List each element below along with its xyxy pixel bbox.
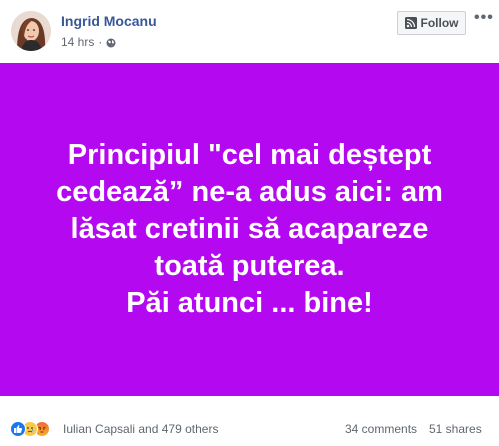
reactors-summary[interactable]: Iulian Capsali and 479 others [63,422,218,436]
follow-button-label: Follow [420,16,459,30]
rss-follow-icon [404,17,417,29]
author-name[interactable]: Ingrid Mocanu [61,13,157,29]
more-options-icon[interactable]: ••• [474,10,494,28]
meta-separator: · [98,35,103,49]
globe-icon[interactable] [106,37,116,48]
shares-count[interactable]: 51 shares [429,422,482,436]
like-icon [10,421,26,437]
author-avatar[interactable] [11,11,51,51]
follow-button[interactable]: Follow [397,11,466,35]
reaction-icons[interactable] [10,421,50,437]
post-timestamp[interactable]: 14 hrs [61,35,94,49]
post-text: Principiul "cel mai deștept cedează” ne-… [56,139,443,319]
post-header: Ingrid Mocanu 14 hrs · Follow ••• [0,0,499,62]
post-background: Principiul "cel mai deștept cedează” ne-… [0,63,499,396]
avatar-image [11,11,51,51]
comments-count[interactable]: 34 comments [345,422,417,436]
post-footer: Iulian Capsali and 479 others 34 comment… [0,414,499,442]
post-meta: 14 hrs · [61,35,116,49]
